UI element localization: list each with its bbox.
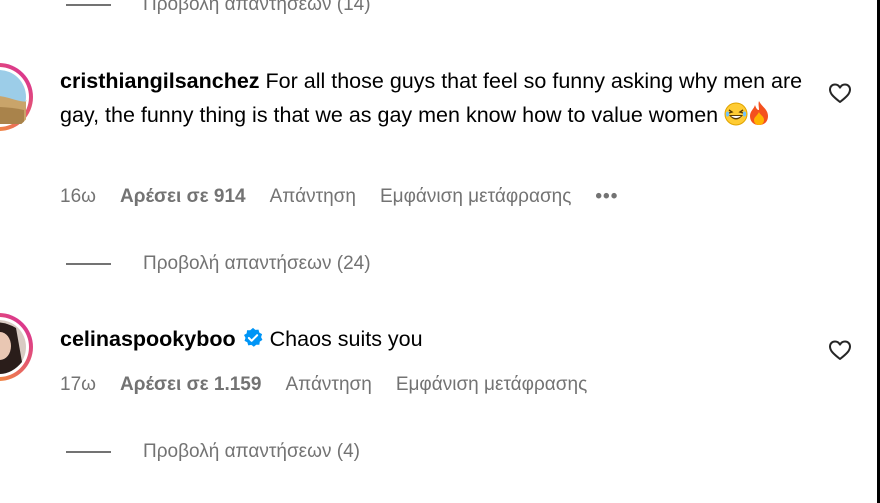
replies-divider-line xyxy=(66,263,111,265)
avatar[interactable] xyxy=(0,312,34,382)
comment-username[interactable]: celinaspookyboo xyxy=(60,327,236,351)
avatar[interactable] xyxy=(0,62,34,132)
replies-divider-line xyxy=(66,451,111,453)
view-replies-label: Προβολή απαντήσεων (24) xyxy=(143,253,371,274)
view-replies-button[interactable]: Προβολή απαντήσεων (4) xyxy=(66,437,360,467)
view-replies-label: Προβολή απαντήσεων (14) xyxy=(143,0,371,15)
view-replies-top[interactable]: Προβολή απαντήσεων (14) xyxy=(66,0,371,20)
show-translation-button[interactable]: Εμφάνιση μετάφρασης xyxy=(396,374,587,396)
replies-divider-line xyxy=(66,4,111,6)
heart-outline-icon[interactable] xyxy=(828,82,852,104)
comment-time[interactable]: 17ω xyxy=(60,374,96,396)
comment-meta: 16ω Αρέσει σε 914 Απάντηση Εμφάνιση μετά… xyxy=(60,183,642,211)
reply-button[interactable]: Απάντηση xyxy=(270,186,356,208)
comment-text-block: celinaspookyboo Chaos suits you xyxy=(60,322,805,359)
comment-text: Chaos suits you xyxy=(269,327,423,351)
comment-meta: 17ω Αρέσει σε 1.159 Απάντηση Εμφάνιση με… xyxy=(60,371,611,399)
heart-outline-icon[interactable] xyxy=(828,339,852,361)
comment-likes[interactable]: Αρέσει σε 914 xyxy=(120,186,246,208)
comment-text-block: cristhiangilsanchez For all those guys th… xyxy=(60,64,805,136)
verified-badge-icon xyxy=(242,325,264,359)
comment-username[interactable]: cristhiangilsanchez xyxy=(60,69,260,93)
more-options-icon[interactable]: ••• xyxy=(595,186,618,208)
fire-emoji-icon xyxy=(748,100,770,136)
view-replies-label: Προβολή απαντήσεων (4) xyxy=(143,441,360,462)
reply-button[interactable]: Απάντηση xyxy=(285,374,371,396)
laughing-emoji-icon xyxy=(724,102,748,136)
show-translation-button[interactable]: Εμφάνιση μετάφρασης xyxy=(380,186,571,208)
view-replies-button[interactable]: Προβολή απαντήσεων (24) xyxy=(66,249,371,279)
comment-time[interactable]: 16ω xyxy=(60,186,96,208)
comment-likes[interactable]: Αρέσει σε 1.159 xyxy=(120,374,261,396)
